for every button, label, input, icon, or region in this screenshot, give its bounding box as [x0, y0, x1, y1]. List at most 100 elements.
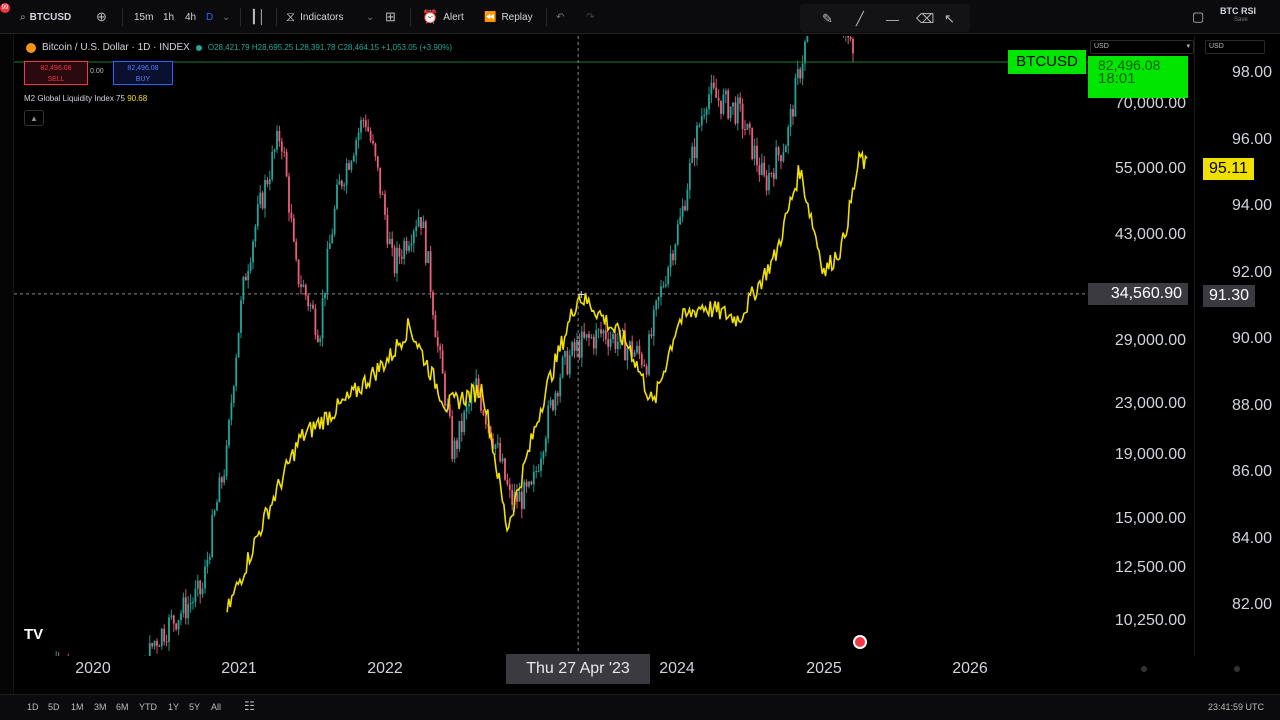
btc-candle — [184, 597, 187, 619]
drawing-tools-bar: ✎ ╱ — ⌫ ↖ — [800, 4, 970, 32]
fullscreen-icon[interactable]: ▢ — [1192, 8, 1204, 26]
btc-candle — [576, 340, 578, 351]
notification-badge[interactable]: 99 — [0, 3, 10, 13]
layout-grid-icon[interactable]: ⊞ — [385, 8, 396, 26]
btc-candle — [338, 180, 341, 185]
undo-icon[interactable]: ↶ — [556, 8, 564, 26]
btc-candle — [518, 491, 521, 502]
price-tick-left: 15,000.00 — [1114, 509, 1186, 527]
btc-candle — [170, 615, 173, 618]
legend-title[interactable]: Bitcoin / U.S. Dollar · 1D · INDEX — [42, 42, 190, 53]
btc-candle — [199, 580, 202, 595]
range-1m[interactable]: 1M — [71, 702, 84, 712]
toolbar-divider — [122, 8, 123, 26]
btc-candle — [432, 292, 434, 316]
scroll-right-dot[interactable] — [1234, 666, 1240, 672]
price-tick-left: 19,000.00 — [1114, 445, 1186, 463]
range-1y[interactable]: 1Y — [168, 702, 179, 712]
btc-candle — [595, 330, 598, 349]
range-5y[interactable]: 5Y — [189, 702, 200, 712]
btc-candle — [799, 69, 802, 79]
btc-candle — [302, 284, 305, 287]
price-tick-right: 90.00 — [1231, 330, 1272, 347]
btc-candle — [232, 386, 235, 403]
range-ytd[interactable]: YTD — [139, 702, 157, 712]
btc-candle — [206, 559, 209, 567]
interval-1h[interactable]: 1h — [163, 8, 174, 26]
btc-candle — [607, 339, 610, 347]
collapse-legend-chevron-icon[interactable]: ▴ — [24, 110, 44, 126]
candles-chart-type-icon[interactable]: ┃│ — [250, 8, 266, 26]
horizontal-line-icon[interactable]: — — [886, 10, 899, 28]
current-price-tag: 82,496.08 18:01 — [1088, 56, 1188, 98]
btc-candle — [379, 167, 382, 195]
btc-candle — [355, 140, 358, 156]
price-scale-liquidity[interactable]: USD 98.00 96.00 94.00 92.00 90.00 88.00 86.00 8… — [1194, 36, 1280, 656]
date-range-calendar-icon[interactable]: ☷ — [244, 699, 255, 713]
currency-right-label: USD — [1209, 43, 1224, 50]
btc-candle — [225, 445, 228, 476]
btc-candle — [602, 330, 605, 334]
eraser-icon[interactable]: ⌫ — [916, 10, 934, 28]
btc-candle — [669, 253, 672, 268]
cursor-icon[interactable]: ↖ — [944, 10, 955, 28]
btc-candle — [463, 411, 466, 433]
scroll-left-dot[interactable] — [1141, 666, 1147, 672]
btc-candle — [468, 403, 470, 407]
btc-candle — [688, 162, 691, 190]
indicator-legend[interactable]: M2 Global Liquidity Index 75 90.68 — [24, 94, 147, 103]
btc-candle — [566, 351, 569, 375]
btc-candle — [204, 566, 206, 589]
chart-canvas[interactable]: + — [14, 36, 1088, 656]
btc-candle — [772, 173, 775, 179]
btc-candle — [369, 131, 372, 141]
btc-candle — [590, 336, 593, 338]
chart-pane[interactable]: + — [14, 36, 1088, 656]
price-tick-left: 12,500.00 — [1114, 558, 1186, 576]
btc-candle — [319, 338, 322, 342]
brush-icon[interactable]: ✎ — [822, 10, 833, 28]
saved-layout-name[interactable]: BTC RSI — [1220, 6, 1256, 16]
btc-candle — [756, 145, 758, 166]
btc-candle — [328, 243, 331, 249]
range-1d[interactable]: 1D — [27, 702, 39, 712]
compare-add-icon[interactable]: ⊕ — [96, 8, 107, 26]
alert-button[interactable]: ⏰ Alert — [422, 8, 464, 26]
range-all[interactable]: All — [211, 702, 221, 712]
symbol-search[interactable]: ⌕ BTCUSD — [20, 8, 71, 26]
interval-1d[interactable]: D — [206, 8, 213, 26]
event-flag-icon[interactable] — [853, 635, 867, 649]
liquidity-index-line — [226, 149, 868, 613]
btc-candle — [604, 330, 607, 340]
utc-clock[interactable]: 23:41:59 UTC — [1208, 702, 1264, 712]
indicators-icon: ⧖ — [286, 9, 296, 24]
btc-candle — [847, 36, 850, 38]
redo-icon[interactable]: ↷ — [586, 8, 594, 26]
interval-15m[interactable]: 15m — [134, 8, 153, 26]
buy-button[interactable]: 82,496.08 BUY — [113, 61, 173, 85]
btc-candle — [504, 458, 506, 480]
btc-candle — [573, 342, 576, 351]
btc-candle — [612, 334, 614, 339]
sell-price: 82,496.08 — [40, 65, 72, 72]
interval-4h[interactable]: 4h — [185, 8, 196, 26]
indicators-dropdown-chevron-icon[interactable]: ⌄ — [366, 8, 374, 26]
range-5d[interactable]: 5D — [48, 702, 60, 712]
trend-line-icon[interactable]: ╱ — [856, 10, 864, 28]
btc-candle — [686, 189, 689, 211]
range-6m[interactable]: 6M — [116, 702, 129, 712]
btc-candle — [304, 284, 307, 296]
range-3m[interactable]: 3M — [94, 702, 107, 712]
btc-candle — [792, 109, 794, 117]
btc-candle — [768, 172, 770, 191]
indicators-button[interactable]: ⧖ Indicators — [286, 8, 344, 26]
sell-button[interactable]: 82,496.08 SELL — [24, 61, 88, 85]
btc-candle — [213, 510, 216, 516]
currency-selector-left[interactable]: USD ▾ — [1090, 40, 1194, 54]
interval-dropdown-chevron-icon[interactable]: ⌄ — [222, 8, 230, 26]
replay-button[interactable]: ⏪ Replay — [484, 8, 533, 26]
btc-candle — [163, 628, 166, 642]
price-scale-usd[interactable]: USD ▾ 70,000.00 55,000.00 43,000.00 29,000.… — [1088, 36, 1194, 656]
btc-candle — [230, 402, 233, 420]
currency-selector-right[interactable]: USD — [1205, 40, 1265, 54]
